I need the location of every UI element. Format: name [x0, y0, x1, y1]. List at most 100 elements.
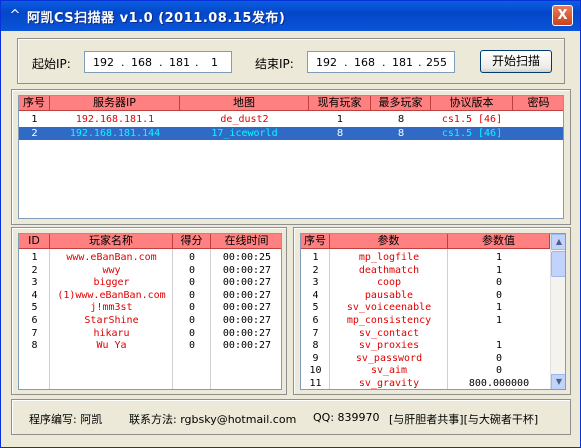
col-player-name[interactable]: 玩家名称	[50, 234, 173, 249]
param-row[interactable]: 6 mp_consistency 1	[301, 314, 550, 327]
col-param-no[interactable]: 序号	[301, 234, 330, 249]
params-scrollbar[interactable]: ▲ ▼	[550, 234, 565, 389]
player-name: wwy	[102, 264, 121, 276]
param-row[interactable]: 1 mp_logfile 1	[301, 251, 550, 264]
player-name: StarShine	[84, 315, 139, 326]
player-id: 3	[31, 277, 38, 289]
player-time: 00:00:27	[222, 340, 272, 352]
player-row[interactable]: 7 hikaru 0 00:00:27	[19, 327, 281, 340]
scan-range-group: 起始IP: 192. 168. 181. 1 结束IP: 192. 168. 1…	[17, 38, 565, 84]
param-name: coop	[376, 277, 402, 289]
player-id: 2	[31, 264, 38, 276]
scroll-thumb[interactable]	[551, 251, 565, 277]
col-online-time[interactable]: 在线时间	[211, 234, 281, 249]
player-name: Wu Ya	[96, 340, 127, 352]
param-name: mp_logfile	[358, 252, 420, 263]
player-list-group: ID 玩家名称 得分 在线时间 1 www.eBanBan.com 0 00:00:2…	[11, 227, 287, 395]
col-server-ip[interactable]: 服务器IP	[50, 96, 180, 111]
player-time: 00:00:27	[222, 264, 272, 276]
param-row[interactable]: 3 coop 0	[301, 276, 550, 289]
col-score[interactable]: 得分	[173, 234, 211, 249]
param-row[interactable]: 8 sv_proxies 1	[301, 339, 550, 352]
player-score: 0	[188, 327, 196, 339]
param-no: 8	[312, 340, 319, 352]
col-max-players[interactable]: 最多玩家	[371, 96, 431, 111]
app-icon: ^	[9, 8, 21, 23]
end-ip-field[interactable]: 192. 168. 181. 255	[307, 51, 455, 73]
player-list[interactable]: ID 玩家名称 得分 在线时间 1 www.eBanBan.com 0 00:00:2…	[18, 233, 282, 390]
player-row[interactable]: 6 StarShine 0 00:00:27	[19, 314, 281, 327]
end-ip-label: 结束IP:	[255, 57, 294, 71]
param-name: pausable	[364, 289, 414, 301]
param-name: sv_voiceenable	[346, 302, 432, 314]
start-ip-label: 起始IP:	[32, 57, 71, 71]
param-row[interactable]: 7 sv_contact	[301, 327, 550, 340]
server-row-selected[interactable]: 2 192.168.181.144 17_iceworld 8 8 cs1.5 …	[19, 127, 563, 140]
server-row[interactable]: 1 192.168.181.1 de_dust2 1 8 cs1.5 [46]	[19, 113, 563, 126]
param-value: 0	[495, 365, 503, 377]
start-ip-field[interactable]: 192. 168. 181. 1	[84, 51, 232, 73]
param-row[interactable]: 2 deathmatch 1	[301, 264, 550, 277]
param-no: 4	[312, 289, 319, 301]
player-row[interactable]: 4 (1)www.eBanBan.com 0 00:00:27	[19, 289, 281, 302]
param-no: 9	[312, 352, 319, 364]
scroll-down-icon[interactable]: ▼	[551, 374, 565, 389]
param-name: deathmatch	[358, 264, 420, 276]
param-value	[448, 327, 550, 340]
player-time: 00:00:27	[222, 315, 272, 326]
param-no: 1	[312, 252, 319, 263]
player-time: 00:00:27	[222, 302, 272, 314]
title-bar[interactable]: ^ 阿凯CS扫描器 v1.0 (2011.08.15发布) X	[1, 1, 580, 31]
slogan-text: [与肝胆者共事][与大碗者干杯]	[389, 413, 539, 426]
server-list[interactable]: 序号 服务器IP 地图 现有玩家 最多玩家 协议版本 密码 1 192.168.…	[18, 95, 564, 219]
col-param-name[interactable]: 参数	[330, 234, 448, 249]
param-name: sv_contact	[358, 327, 420, 339]
param-row[interactable]: 11 sv_gravity 800.000000	[301, 377, 550, 389]
player-id: 5	[31, 302, 38, 314]
param-name: sv_proxies	[358, 340, 420, 352]
player-score: 0	[188, 264, 196, 276]
player-row[interactable]: 5 j!mm3st 0 00:00:27	[19, 301, 281, 314]
param-row[interactable]: 10 sv_aim 0	[301, 364, 550, 377]
player-id: 4	[31, 289, 38, 301]
param-row[interactable]: 5 sv_voiceenable 1	[301, 301, 550, 314]
start-scan-button[interactable]: 开始扫描	[480, 50, 552, 73]
param-value: 1	[495, 302, 503, 314]
param-value: 0	[495, 277, 503, 289]
col-param-value[interactable]: 参数值	[448, 234, 550, 249]
param-name: mp_consistency	[346, 315, 432, 326]
player-name: hikaru	[93, 327, 130, 339]
window-title: 阿凯CS扫描器 v1.0 (2011.08.15发布)	[27, 11, 286, 26]
params-list-group: 序号 参数 参数值 1 mp_logfile 1 2 deathmatch 1 3 coop 0…	[293, 227, 571, 395]
scroll-up-icon[interactable]: ▲	[551, 234, 565, 250]
col-player-id[interactable]: ID	[19, 234, 50, 249]
param-row[interactable]: 4 pausable 0	[301, 289, 550, 302]
player-row[interactable]: 1 www.eBanBan.com 0 00:00:25	[19, 251, 281, 264]
main-window: ^ 阿凯CS扫描器 v1.0 (2011.08.15发布) X 起始IP: 19…	[0, 0, 581, 448]
player-row[interactable]: 3 bigger 0 00:00:27	[19, 276, 281, 289]
close-button[interactable]: X	[552, 5, 573, 26]
param-no: 10	[309, 365, 322, 377]
player-row[interactable]: 2 wwy 0 00:00:27	[19, 264, 281, 277]
col-server-no[interactable]: 序号	[19, 96, 50, 111]
col-protocol[interactable]: 协议版本	[431, 96, 513, 111]
param-row[interactable]: 9 sv_password 0	[301, 352, 550, 365]
param-value: 1	[495, 340, 503, 352]
param-value: 0	[495, 352, 503, 364]
player-score: 0	[188, 277, 196, 289]
param-no: 5	[312, 302, 319, 314]
param-no: 6	[312, 315, 319, 326]
player-row[interactable]: 8 Wu Ya 0 00:00:27	[19, 339, 281, 352]
player-score: 0	[188, 289, 196, 301]
player-name: (1)www.eBanBan.com	[57, 289, 166, 301]
col-players[interactable]: 现有玩家	[309, 96, 371, 111]
param-value: 1	[495, 315, 503, 326]
player-id: 1	[31, 252, 38, 263]
player-name: j!mm3st	[90, 302, 133, 314]
col-map[interactable]: 地图	[180, 96, 309, 111]
player-id: 7	[31, 327, 38, 339]
col-password[interactable]: 密码	[513, 96, 563, 111]
param-value: 800.000000	[468, 378, 530, 389]
qq-text: QQ: 839970	[313, 411, 380, 424]
params-list[interactable]: 序号 参数 参数值 1 mp_logfile 1 2 deathmatch 1 3 coop 0…	[300, 233, 566, 390]
